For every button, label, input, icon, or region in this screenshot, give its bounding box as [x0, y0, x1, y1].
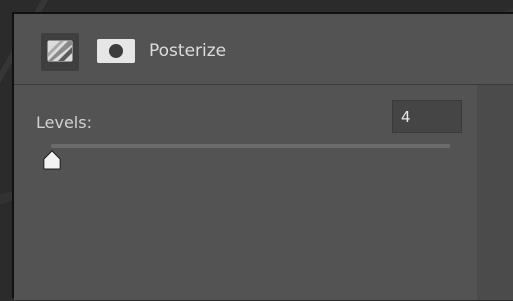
- posterize-icon: [47, 40, 73, 62]
- panel-header: Posterize: [14, 14, 513, 85]
- layer-mask-icon[interactable]: [97, 39, 135, 63]
- levels-slider-track[interactable]: [51, 144, 450, 148]
- posterize-adjustment-icon[interactable]: [41, 33, 79, 71]
- mask-dot: [109, 44, 123, 58]
- levels-label: Levels:: [36, 113, 92, 132]
- levels-slider-thumb[interactable]: [40, 150, 64, 170]
- panel-scroll-area: [477, 85, 513, 300]
- panel-title: Posterize: [149, 41, 227, 61]
- levels-input[interactable]: [392, 100, 462, 133]
